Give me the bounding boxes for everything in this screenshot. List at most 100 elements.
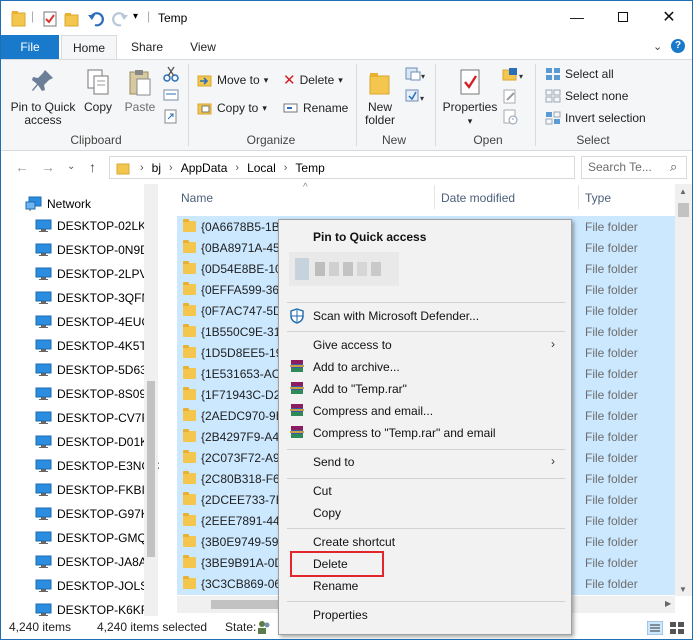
menu-cut[interactable]: Cut bbox=[313, 480, 332, 502]
properties-ribbon-button[interactable]: Properties ▾ bbox=[440, 68, 500, 128]
column-separator[interactable] bbox=[434, 185, 435, 209]
breadcrumb-temp[interactable]: Temp bbox=[295, 161, 324, 175]
properties-check-icon[interactable] bbox=[42, 10, 58, 28]
copy-path-icon[interactable] bbox=[163, 88, 179, 102]
nav-network[interactable]: Network bbox=[25, 193, 91, 215]
details-view-icon[interactable] bbox=[647, 621, 663, 635]
copy-to-button[interactable]: Copy to ▾ bbox=[197, 98, 267, 118]
nav-computer-item[interactable]: DESKTOP-8S09A bbox=[35, 383, 154, 405]
minimize-button[interactable]: — bbox=[554, 1, 600, 33]
nav-computer-item[interactable]: DESKTOP-FKBID bbox=[35, 479, 153, 501]
nav-computer-item[interactable]: DESKTOP-0N9D0 bbox=[35, 239, 155, 261]
menu-compress-email[interactable]: Compress and email... bbox=[313, 400, 433, 422]
menu-compress-temp-email[interactable]: Compress to "Temp.rar" and email bbox=[313, 422, 496, 444]
column-separator[interactable] bbox=[578, 185, 579, 209]
chevron-right-icon[interactable]: › bbox=[169, 162, 173, 174]
new-item-icon[interactable]: ▾ bbox=[404, 66, 426, 82]
easy-access-icon[interactable]: ▾ bbox=[404, 88, 426, 104]
nav-computer-item[interactable]: DESKTOP-02LK6 bbox=[35, 215, 153, 237]
folder-icon bbox=[183, 408, 196, 421]
history-icon[interactable] bbox=[501, 108, 521, 126]
ribbon-expand-icon[interactable]: ⌄ bbox=[653, 40, 662, 53]
file-type: File folder bbox=[585, 220, 638, 234]
file-type: File folder bbox=[585, 325, 638, 339]
file-type: File folder bbox=[585, 304, 638, 318]
nav-computer-item[interactable]: DESKTOP-4EUO9 bbox=[35, 311, 157, 333]
nav-computer-item[interactable]: DESKTOP-G97K8 bbox=[35, 503, 155, 525]
cut-icon[interactable] bbox=[163, 66, 179, 82]
menu-give-access[interactable]: Give access to bbox=[313, 334, 392, 356]
menu-scan-defender[interactable]: Scan with Microsoft Defender... bbox=[313, 305, 479, 327]
recent-locations-icon[interactable]: ⌄ bbox=[67, 161, 75, 172]
breadcrumb-local[interactable]: Local bbox=[247, 161, 276, 175]
tab-share[interactable]: Share bbox=[123, 35, 171, 59]
select-none-button[interactable]: Select none bbox=[545, 86, 628, 106]
back-icon[interactable]: ← bbox=[15, 159, 29, 175]
undo-icon[interactable] bbox=[87, 10, 105, 28]
nav-computer-item[interactable]: DESKTOP-JA8AU bbox=[35, 551, 155, 573]
new-folder-icon[interactable] bbox=[64, 10, 80, 28]
rename-ribbon-button[interactable]: Rename bbox=[283, 98, 348, 118]
redo-icon[interactable] bbox=[111, 10, 129, 28]
column-name[interactable]: Name bbox=[181, 191, 213, 205]
column-type[interactable]: Type bbox=[585, 191, 611, 205]
computer-icon bbox=[35, 483, 52, 496]
nav-computer-item[interactable]: DESKTOP-3QFNI bbox=[35, 287, 153, 309]
nav-computer-item[interactable]: DESKTOP-4K5TO bbox=[35, 335, 156, 357]
menu-create-shortcut[interactable]: Create shortcut bbox=[313, 531, 395, 553]
nav-computer-item[interactable]: DESKTOP-GMQC bbox=[35, 527, 155, 549]
qa-customize-icon[interactable]: ▾ bbox=[133, 11, 138, 29]
title-bar: | ▾ | Temp — ✕ bbox=[1, 1, 692, 35]
menu-rename[interactable]: Rename bbox=[313, 575, 358, 597]
content-scrollbar-thumb[interactable] bbox=[678, 203, 689, 217]
nav-computer-item[interactable]: DESKTOP-JOLSH bbox=[35, 575, 157, 597]
nav-computer-item[interactable]: DESKTOP-CV7FU bbox=[35, 407, 157, 429]
menu-add-temp-rar[interactable]: Add to "Temp.rar" bbox=[313, 378, 407, 400]
content-vertical-scrollbar[interactable] bbox=[675, 184, 692, 596]
copy-button[interactable]: Copy bbox=[81, 68, 115, 114]
chevron-right-icon[interactable]: › bbox=[235, 162, 239, 174]
menu-properties[interactable]: Properties bbox=[313, 604, 368, 626]
menu-add-archive[interactable]: Add to archive... bbox=[313, 356, 400, 378]
tab-home[interactable]: Home bbox=[61, 35, 117, 60]
close-button[interactable]: ✕ bbox=[646, 1, 692, 33]
scroll-right-icon[interactable]: ▶ bbox=[665, 599, 671, 608]
large-icons-view-icon[interactable] bbox=[669, 621, 685, 635]
pin-quick-access-button[interactable]: Pin to Quick access bbox=[7, 68, 79, 127]
menu-copy[interactable]: Copy bbox=[313, 502, 341, 524]
move-to-button[interactable]: Move to ▾ bbox=[197, 70, 268, 90]
paste-shortcut-icon[interactable] bbox=[163, 108, 179, 124]
help-icon[interactable]: ? bbox=[671, 39, 685, 53]
invert-selection-button[interactable]: Invert selection bbox=[545, 108, 646, 128]
search-icon[interactable]: ⌕ bbox=[670, 159, 677, 175]
column-date-modified[interactable]: Date modified bbox=[441, 191, 515, 205]
address-bar[interactable]: › bj › AppData › Local › Temp bbox=[109, 156, 575, 179]
chevron-right-icon[interactable]: › bbox=[140, 162, 144, 174]
tab-file[interactable]: File bbox=[1, 35, 59, 59]
scroll-down-icon[interactable]: ▼ bbox=[679, 585, 687, 594]
open-icon[interactable]: ▾ bbox=[501, 66, 527, 82]
ribbon-tabs: File Home Share View ⌄ ? bbox=[1, 35, 692, 60]
nav-computer-item[interactable]: DESKTOP-D01KG bbox=[35, 431, 157, 453]
tab-view[interactable]: View bbox=[179, 35, 227, 59]
up-icon[interactable]: ↑ bbox=[89, 159, 96, 175]
chevron-right-icon[interactable]: › bbox=[284, 162, 288, 174]
scroll-up-icon[interactable]: ▲ bbox=[679, 187, 687, 196]
forward-icon[interactable]: → bbox=[41, 159, 55, 175]
rename-icon bbox=[283, 103, 298, 113]
nav-computer-item[interactable]: DESKTOP-5D63R bbox=[35, 359, 155, 381]
nav-computer-item[interactable]: DESKTOP-2LPVC bbox=[35, 263, 156, 285]
menu-send-to[interactable]: Send to bbox=[313, 451, 354, 473]
breadcrumb-bj[interactable]: bj bbox=[152, 161, 161, 175]
paste-button[interactable]: Paste bbox=[121, 68, 159, 114]
breadcrumb-appdata[interactable]: AppData bbox=[181, 161, 228, 175]
sort-up-icon: ^ bbox=[303, 182, 308, 193]
new-folder-button[interactable]: New folder bbox=[361, 68, 399, 127]
edit-icon[interactable] bbox=[501, 88, 521, 104]
select-all-button[interactable]: Select all bbox=[545, 64, 614, 84]
delete-ribbon-button[interactable]: ✕ Delete ▾ bbox=[283, 70, 343, 90]
maximize-button[interactable] bbox=[600, 1, 646, 33]
menu-pin-quick-access[interactable]: Pin to Quick access bbox=[313, 226, 426, 248]
nav-scrollbar-thumb[interactable] bbox=[147, 381, 155, 557]
nav-computer-item[interactable]: DESKTOP-E3NOC bbox=[35, 455, 159, 477]
